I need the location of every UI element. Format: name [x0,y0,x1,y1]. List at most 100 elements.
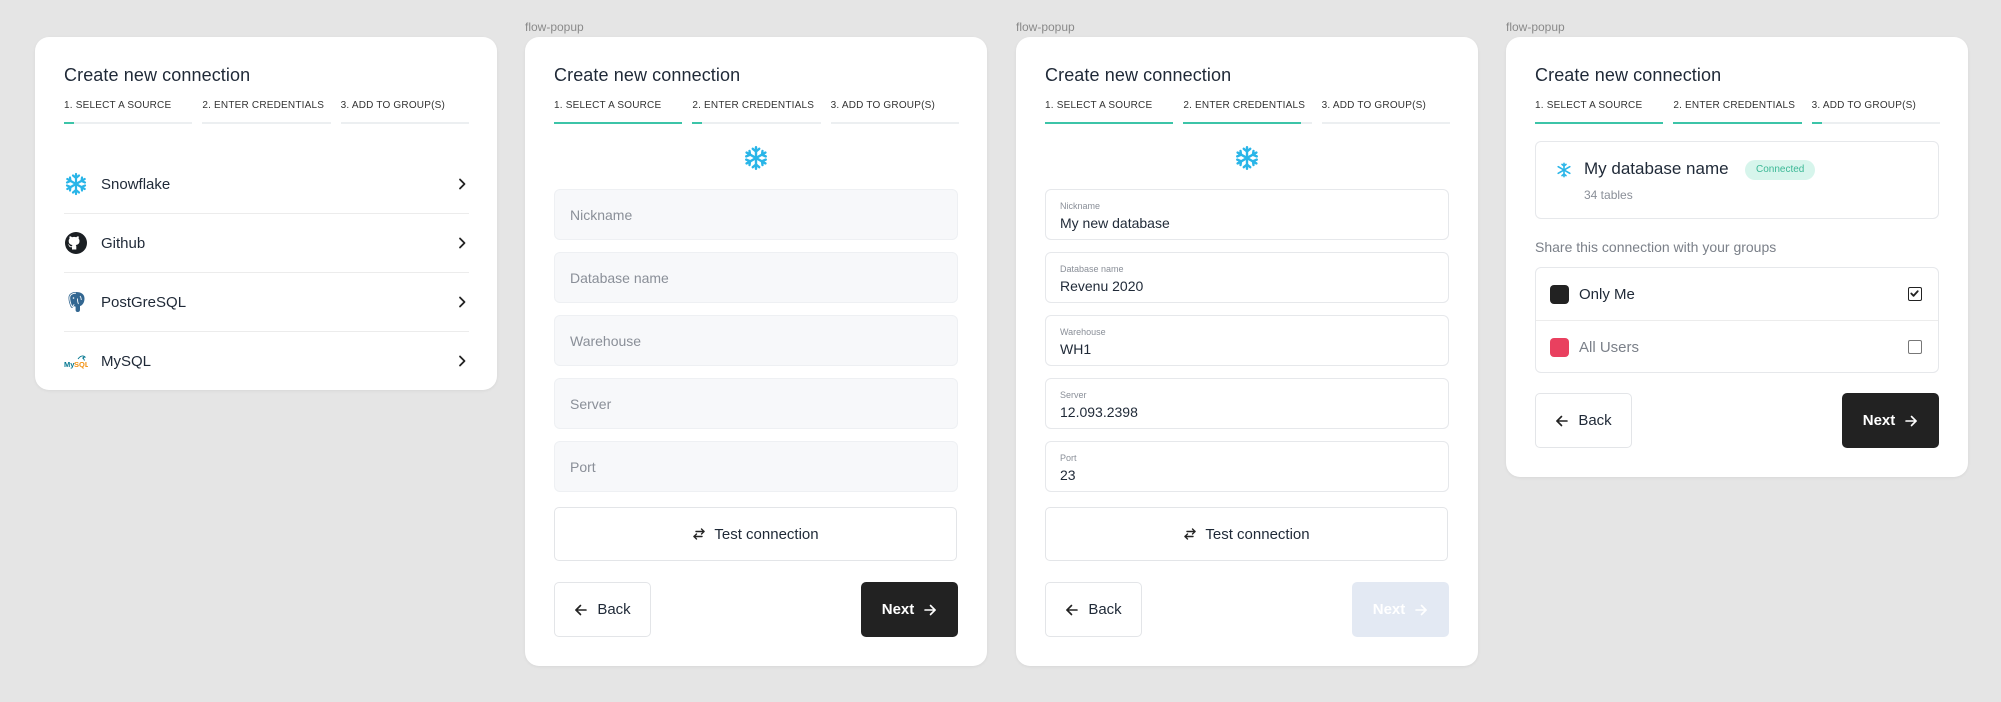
card-title: Create new connection [1045,65,1232,85]
step-label: 3. ADD TO GROUP(S) [340,100,446,111]
snowflake-icon [1236,145,1258,171]
group-list: Only Me All Users [1535,267,1939,373]
step-enter-credentials[interactable]: 2. ENTER CREDENTIALS [1183,100,1312,126]
group-color-swatch [1550,338,1569,357]
field-placeholder: Database name [570,270,669,286]
swap-icon [693,528,706,540]
field-label: Server [1060,390,1087,400]
swap-icon [1184,528,1197,540]
group-row-all-users[interactable]: All Users [1536,321,1938,373]
stepper: 1. SELECT A SOURCE 2. ENTER CREDENTIALS … [64,100,469,126]
arrow-right-icon [924,604,937,615]
snowflake-icon [745,145,767,171]
step-add-to-groups[interactable]: 3. ADD TO GROUP(S) [830,100,959,126]
svg-text:SQL: SQL [74,360,88,369]
source-item-postgresql[interactable]: PostGreSQL [64,273,469,332]
step-label: 3. ADD TO GROUP(S) [1811,100,1917,111]
checkbox-unchecked[interactable] [1908,340,1922,354]
step-label: 2. ENTER CREDENTIALS [1673,100,1796,111]
arrow-left-icon [1556,415,1569,426]
port-field[interactable]: Port [554,441,958,492]
field-value: WH1 [1060,341,1092,357]
step-select-source[interactable]: 1. SELECT A SOURCE [554,100,683,126]
card-title: Create new connection [64,65,251,85]
source-item-snowflake[interactable]: Snowflake [64,155,469,214]
source-item-github[interactable]: Github [64,214,469,273]
next-label: Next [881,601,915,618]
warehouse-field[interactable]: Warehouse WH1 [1045,315,1449,366]
back-label: Back [1088,601,1122,618]
warehouse-field[interactable]: Warehouse [554,315,958,366]
arrow-right-icon [1415,604,1428,615]
next-label: Next [1862,412,1896,429]
source-label: Snowflake [101,175,171,193]
source-item-mysql[interactable]: My SQL MySQL [64,332,469,390]
group-row-only-me[interactable]: Only Me [1536,268,1938,321]
snowflake-icon [1557,162,1571,178]
back-button[interactable]: Back [1045,582,1142,637]
stepper: 1. SELECT A SOURCE 2. ENTER CREDENTIALS … [1535,100,1940,126]
frame-label: flow-popup [1506,20,1565,34]
back-button[interactable]: Back [1535,393,1632,448]
check-icon [1910,290,1919,297]
github-icon [64,231,88,255]
database-name-field[interactable]: Database name Revenu 2020 [1045,252,1449,303]
next-label: Next [1372,601,1406,618]
step-label: 1. SELECT A SOURCE [1045,100,1153,111]
table-count: 34 tables [1584,188,1633,202]
field-placeholder: Server [570,396,612,412]
source-label: Github [101,234,146,252]
card-title: Create new connection [1535,65,1722,85]
step-enter-credentials[interactable]: 2. ENTER CREDENTIALS [1673,100,1802,126]
database-name: My database name [1584,159,1729,178]
status-badge: Connected [1745,160,1816,180]
next-button[interactable]: Next [1842,393,1939,448]
credential-form: Nickname Database name Warehouse Server … [554,189,958,504]
arrow-right-icon [1905,415,1918,426]
nickname-field[interactable]: Nickname [554,189,958,240]
test-connection-button[interactable]: Test connection [1045,507,1448,561]
share-label: Share this connection with your groups [1535,239,1777,255]
server-field[interactable]: Server 12.093.2398 [1045,378,1449,429]
step-add-to-groups[interactable]: 3. ADD TO GROUP(S) [340,100,469,126]
step-add-to-groups[interactable]: 3. ADD TO GROUP(S) [1321,100,1450,126]
step-label: 3. ADD TO GROUP(S) [1321,100,1427,111]
test-connection-label: Test connection [1205,525,1310,543]
field-value: My new database [1060,215,1170,231]
step-enter-credentials[interactable]: 2. ENTER CREDENTIALS [202,100,331,126]
database-summary: My database name Connected 34 tables [1535,141,1939,219]
credentials-filled-card: Create new connection 1. SELECT A SOURCE… [1016,37,1478,666]
step-label: 2. ENTER CREDENTIALS [202,100,325,111]
group-label: All Users [1579,339,1640,356]
nickname-field[interactable]: Nickname My new database [1045,189,1449,240]
select-source-card: Create new connection 1. SELECT A SOURCE… [35,37,497,390]
step-label: 1. SELECT A SOURCE [1535,100,1643,111]
chevron-right-icon [459,355,466,367]
step-enter-credentials[interactable]: 2. ENTER CREDENTIALS [692,100,821,126]
field-placeholder: Warehouse [570,333,642,349]
source-label: MySQL [101,352,152,370]
step-label: 1. SELECT A SOURCE [554,100,662,111]
chevron-right-icon [459,237,466,249]
arrow-left-icon [1066,604,1079,615]
step-select-source[interactable]: 1. SELECT A SOURCE [1535,100,1664,126]
next-button[interactable]: Next [861,582,958,637]
add-to-groups-card: Create new connection 1. SELECT A SOURCE… [1506,37,1968,477]
step-label: 3. ADD TO GROUP(S) [830,100,936,111]
snowflake-icon [64,172,88,196]
step-select-source[interactable]: 1. SELECT A SOURCE [64,100,193,126]
checkbox-checked[interactable] [1908,287,1922,301]
field-label: Warehouse [1060,327,1106,337]
field-label: Nickname [1060,201,1101,211]
step-select-source[interactable]: 1. SELECT A SOURCE [1045,100,1174,126]
server-field[interactable]: Server [554,378,958,429]
group-color-swatch [1550,285,1569,304]
back-button[interactable]: Back [554,582,651,637]
next-button-disabled[interactable]: Next [1352,582,1449,637]
database-name-field[interactable]: Database name [554,252,958,303]
source-label: PostGreSQL [101,293,187,311]
step-add-to-groups[interactable]: 3. ADD TO GROUP(S) [1811,100,1940,126]
test-connection-button[interactable]: Test connection [554,507,957,561]
port-field[interactable]: Port 23 [1045,441,1449,492]
postgresql-icon [64,290,88,314]
